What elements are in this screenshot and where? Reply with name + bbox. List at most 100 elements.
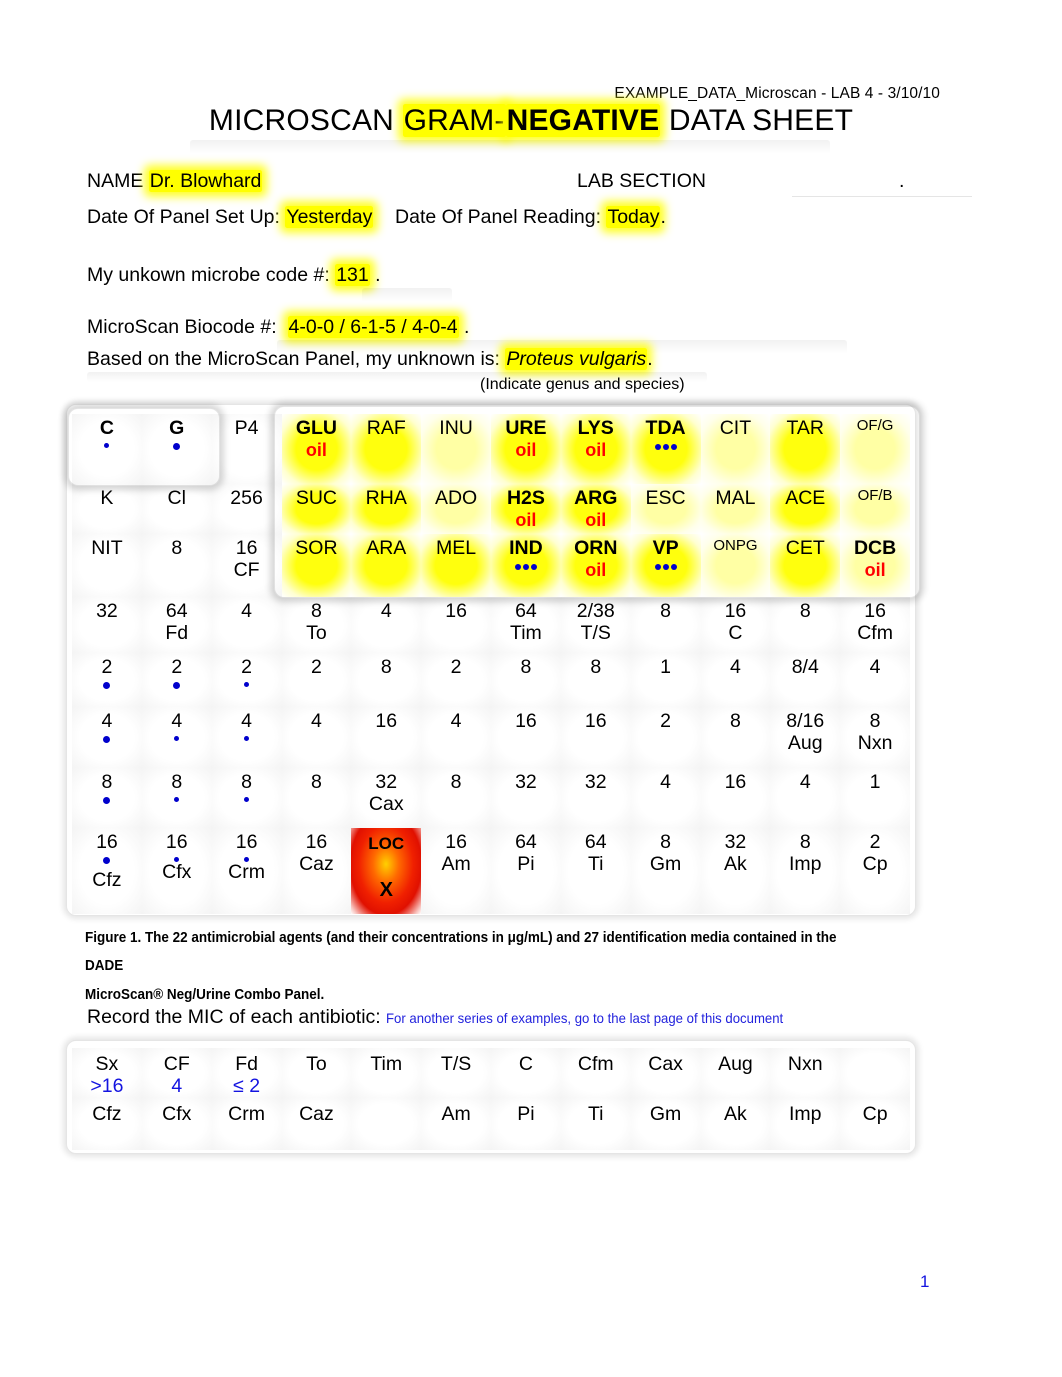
panel-cell-r2c9[interactable]: ESC bbox=[630, 484, 701, 534]
panel-cell-r1c3[interactable]: P4 bbox=[211, 414, 282, 484]
panel-cell-r1c12[interactable]: OF/G bbox=[840, 414, 910, 484]
panel-cell-r6c9[interactable]: 2 bbox=[630, 707, 701, 768]
panel-cell-r5c4[interactable]: 2 bbox=[281, 653, 352, 707]
mic-row1-cell-4[interactable]: To bbox=[281, 1048, 352, 1098]
panel-cell-r7c5[interactable]: 32 Cax bbox=[351, 768, 422, 828]
panel-cell-r8c6[interactable]: 16 Am bbox=[421, 828, 491, 914]
panel-cell-r3c3[interactable]: 16 CF bbox=[211, 534, 282, 597]
panel-cell-r2c3[interactable]: 256 bbox=[211, 484, 282, 534]
panel-cell-r6c10[interactable]: 8 bbox=[700, 707, 771, 768]
panel-cell-r7c1[interactable]: 8 bbox=[72, 768, 142, 828]
panel-cell-r8c9[interactable]: 8 Gm bbox=[630, 828, 701, 914]
panel-cell-r4c12[interactable]: 16 Cfm bbox=[840, 597, 910, 653]
microbe-code-value[interactable]: 131 bbox=[335, 264, 370, 286]
panel-cell-r3c8[interactable]: ORN oil bbox=[560, 534, 631, 597]
panel-cell-r7c7[interactable]: 32 bbox=[491, 768, 561, 828]
mic-row2-cell-11[interactable]: Imp bbox=[770, 1098, 841, 1150]
panel-cell-r1c1[interactable]: C bbox=[72, 414, 142, 484]
mic-row1-cell-7[interactable]: C bbox=[491, 1048, 561, 1098]
panel-cell-r5c9[interactable]: 1 bbox=[630, 653, 701, 707]
panel-cell-r2c6[interactable]: ADO bbox=[421, 484, 491, 534]
panel-cell-r6c11[interactable]: 8/16 Aug bbox=[770, 707, 841, 768]
panel-cell-r8c3[interactable]: 16 Crm bbox=[211, 828, 282, 914]
panel-cell-r7c11[interactable]: 4 bbox=[770, 768, 841, 828]
panel-cell-r5c3[interactable]: 2 bbox=[211, 653, 282, 707]
mic-row1-cell-6[interactable]: T/S bbox=[421, 1048, 491, 1098]
panel-cell-r8c10[interactable]: 32 Ak bbox=[700, 828, 771, 914]
panel-cell-r1c10[interactable]: CIT bbox=[700, 414, 771, 484]
panel-cell-r4c9[interactable]: 8 bbox=[630, 597, 701, 653]
panel-cell-r1c8[interactable]: LYS oil bbox=[560, 414, 631, 484]
panel-cell-r2c10[interactable]: MAL bbox=[700, 484, 771, 534]
panel-cell-r2c12[interactable]: OF/B bbox=[840, 484, 910, 534]
mic-value[interactable]: ≤ 2 bbox=[212, 1075, 282, 1098]
panel-cell-r8c12[interactable]: 2 Cp bbox=[840, 828, 910, 914]
panel-cell-r3c9[interactable]: VP bbox=[630, 534, 701, 597]
biocode-value[interactable]: 4-0-0 / 6-1-5 / 4-0-4 bbox=[287, 316, 459, 338]
panel-cell-r6c12[interactable]: 8 Nxn bbox=[840, 707, 910, 768]
panel-cell-r2c1[interactable]: K bbox=[72, 484, 142, 534]
panel-cell-r1c7[interactable]: URE oil bbox=[491, 414, 561, 484]
panel-cell-r5c10[interactable]: 4 bbox=[700, 653, 771, 707]
panel-cell-r4c8[interactable]: 2/38 T/S bbox=[560, 597, 631, 653]
panel-cell-r7c9[interactable]: 4 bbox=[630, 768, 701, 828]
panel-cell-r4c3[interactable]: 4 bbox=[211, 597, 282, 653]
mic-value[interactable]: >16 bbox=[72, 1075, 142, 1098]
panel-cell-r1c5[interactable]: RAF bbox=[351, 414, 422, 484]
panel-cell-r5c6[interactable]: 2 bbox=[421, 653, 491, 707]
panel-cell-r3c7[interactable]: IND bbox=[491, 534, 561, 597]
panel-cell-r5c2[interactable]: 2 bbox=[141, 653, 212, 707]
mic-row1-cell-3[interactable]: Fd ≤ 2 bbox=[211, 1048, 282, 1098]
mic-row1-cell-12[interactable] bbox=[840, 1048, 910, 1098]
panel-cell-r1c6[interactable]: INU bbox=[421, 414, 491, 484]
panel-cell-r8c2[interactable]: 16 Cfx bbox=[141, 828, 212, 914]
mic-row2-cell-4[interactable]: Caz bbox=[281, 1098, 352, 1150]
panel-cell-r6c1[interactable]: 4 bbox=[72, 707, 142, 768]
panel-cell-r6c8[interactable]: 16 bbox=[560, 707, 631, 768]
mic-row1-cell-8[interactable]: Cfm bbox=[560, 1048, 631, 1098]
panel-cell-r7c12[interactable]: 1 bbox=[840, 768, 910, 828]
mic-row2-cell-1[interactable]: Cfz bbox=[72, 1098, 142, 1150]
panel-cell-r6c5[interactable]: 16 bbox=[351, 707, 422, 768]
panel-cell-r1c2[interactable]: G bbox=[141, 414, 212, 484]
panel-cell-r6c3[interactable]: 4 bbox=[211, 707, 282, 768]
panel-cell-r6c2[interactable]: 4 bbox=[141, 707, 212, 768]
panel-cell-r2c2[interactable]: Cl bbox=[141, 484, 212, 534]
panel-cell-r1c4[interactable]: GLU oil bbox=[281, 414, 352, 484]
panel-cell-r1c9[interactable]: TDA bbox=[630, 414, 701, 484]
mic-row1-cell-1[interactable]: Sx >16 bbox=[72, 1048, 142, 1098]
mic-row1-cell-2[interactable]: CF 4 bbox=[141, 1048, 212, 1098]
panel-cell-r8c5[interactable]: LOC X bbox=[351, 828, 422, 914]
panel-cell-r4c6[interactable]: 16 bbox=[421, 597, 491, 653]
panel-cell-r2c8[interactable]: ARG oil bbox=[560, 484, 631, 534]
panel-cell-r3c4[interactable]: SOR bbox=[281, 534, 352, 597]
panel-cell-r5c12[interactable]: 4 bbox=[840, 653, 910, 707]
panel-cell-r7c2[interactable]: 8 bbox=[141, 768, 212, 828]
panel-cell-r3c12[interactable]: DCB oil bbox=[840, 534, 910, 597]
panel-cell-r3c1[interactable]: NIT bbox=[72, 534, 142, 597]
identification-organism[interactable]: Proteus vulgaris bbox=[506, 348, 646, 370]
panel-cell-r8c1[interactable]: 16 Cfz bbox=[72, 828, 142, 914]
panel-cell-r4c5[interactable]: 4 bbox=[351, 597, 422, 653]
panel-cell-r2c7[interactable]: H2S oil bbox=[491, 484, 561, 534]
mic-row2-cell-6[interactable]: Am bbox=[421, 1098, 491, 1150]
panel-cell-r8c11[interactable]: 8 Imp bbox=[770, 828, 841, 914]
panel-cell-r3c10[interactable]: ONPG bbox=[700, 534, 771, 597]
mic-row2-cell-12[interactable]: Cp bbox=[840, 1098, 910, 1150]
panel-cell-r4c7[interactable]: 64 Tim bbox=[491, 597, 561, 653]
panel-cell-r7c3[interactable]: 8 bbox=[211, 768, 282, 828]
panel-cell-r3c6[interactable]: MEL bbox=[421, 534, 491, 597]
mic-row2-cell-2[interactable]: Cfx bbox=[141, 1098, 212, 1150]
mic-row1-cell-5[interactable]: Tim bbox=[351, 1048, 422, 1098]
panel-cell-r7c8[interactable]: 32 bbox=[560, 768, 631, 828]
panel-cell-r1c11[interactable]: TAR bbox=[770, 414, 841, 484]
panel-cell-r3c5[interactable]: ARA bbox=[351, 534, 422, 597]
panel-cell-r5c1[interactable]: 2 bbox=[72, 653, 142, 707]
panel-cell-r2c4[interactable]: SUC bbox=[281, 484, 352, 534]
panel-cell-r8c7[interactable]: 64 Pi bbox=[491, 828, 561, 914]
panel-cell-r2c5[interactable]: RHA bbox=[351, 484, 422, 534]
setup-value[interactable]: Yesterday bbox=[285, 206, 374, 228]
panel-cell-r7c4[interactable]: 8 bbox=[281, 768, 352, 828]
mic-row1-cell-11[interactable]: Nxn bbox=[770, 1048, 841, 1098]
mic-row2-cell-10[interactable]: Ak bbox=[700, 1098, 771, 1150]
